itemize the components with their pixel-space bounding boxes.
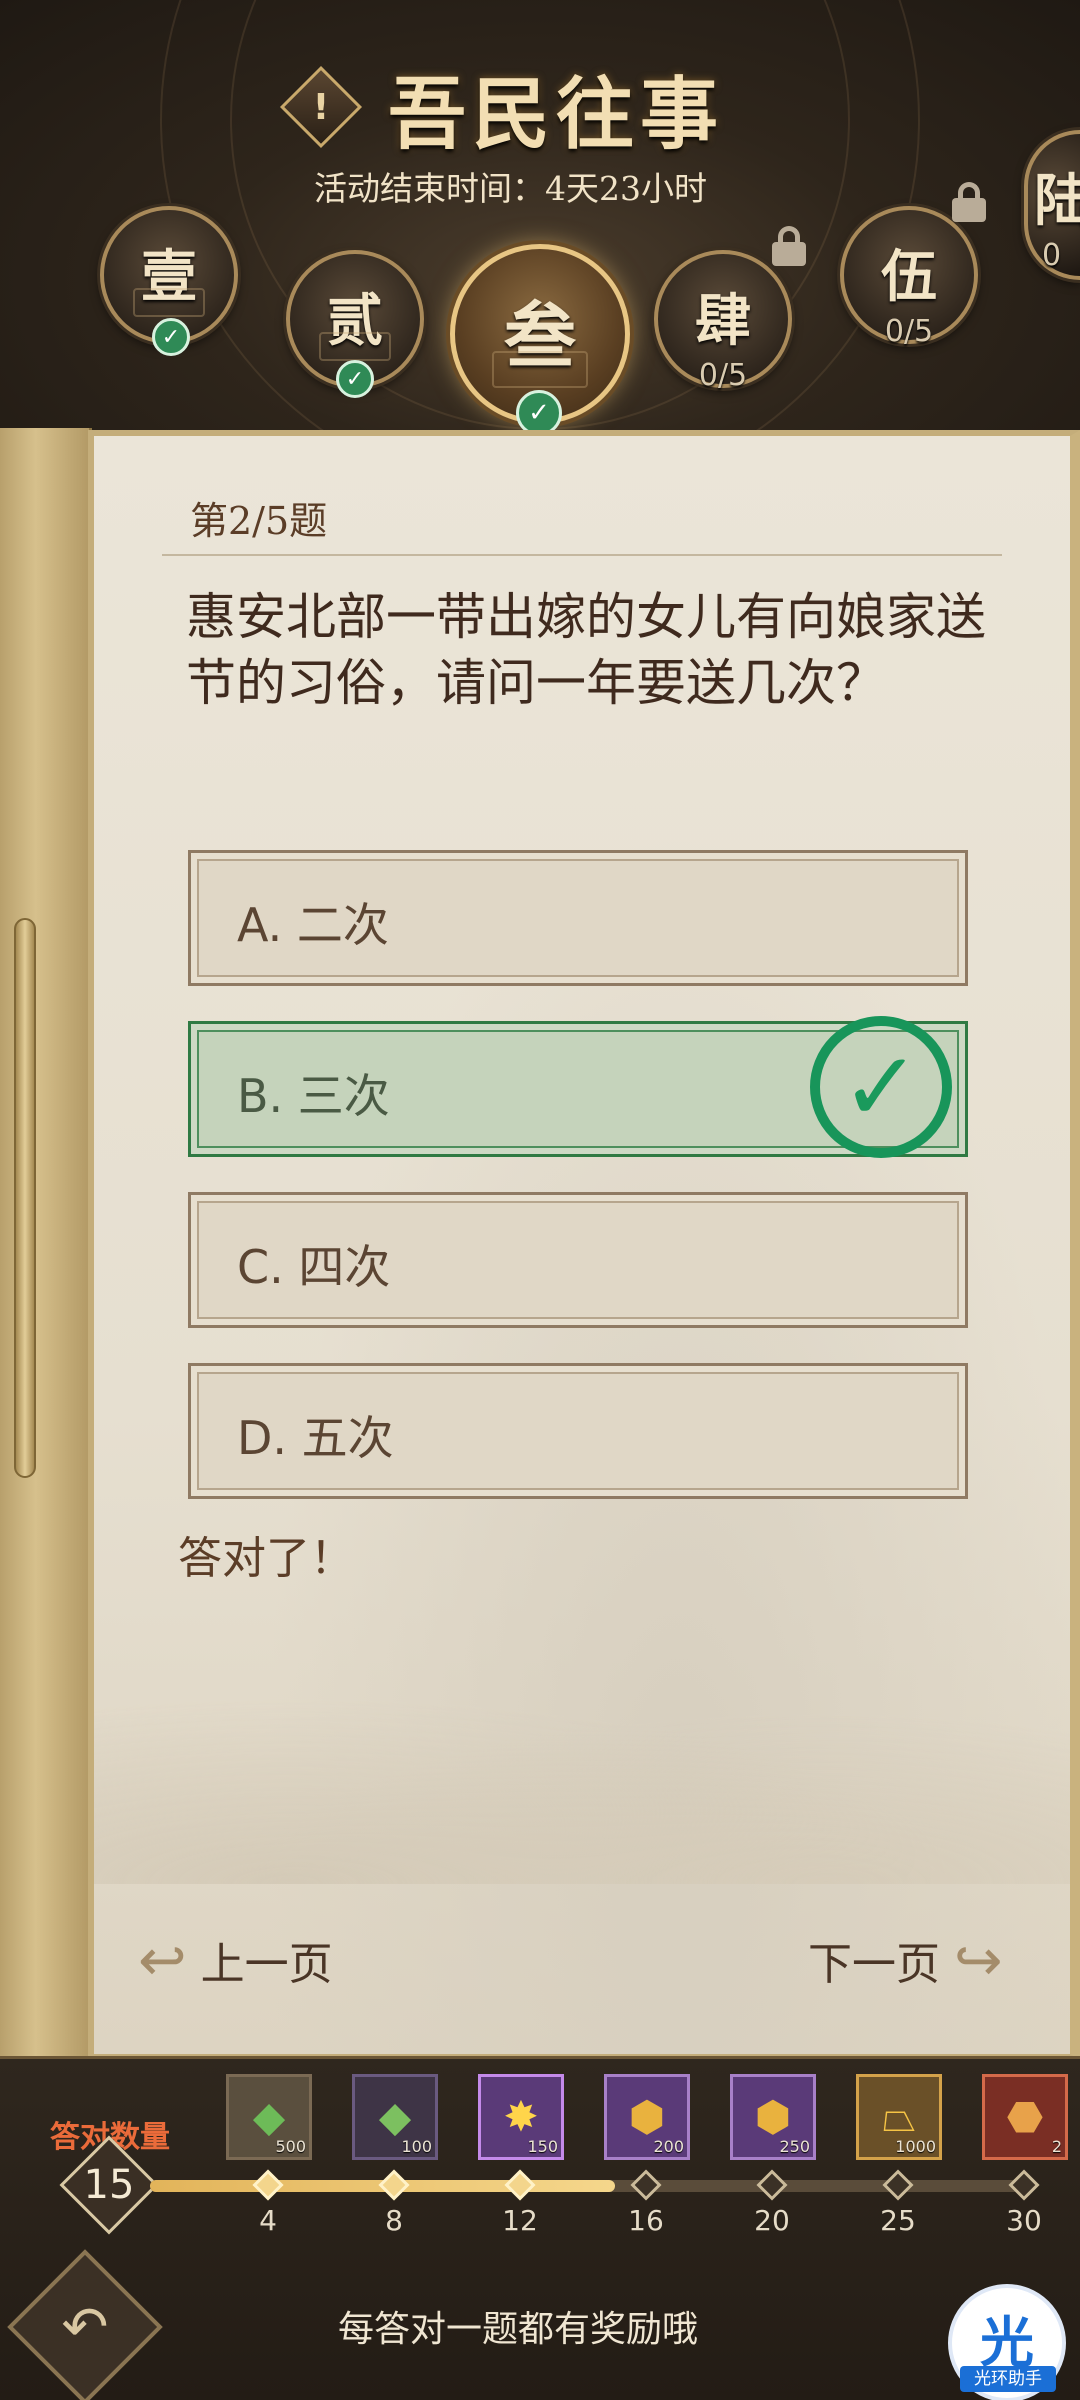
chapter-label: 肆 <box>695 288 751 354</box>
option-label: D. 五次 <box>237 1411 394 1465</box>
milestone-label: 12 <box>502 2204 538 2237</box>
reward-hint: 每答对一题都有奖励哦 <box>338 2309 699 2350</box>
green-ore-icon: ◆ <box>252 2092 286 2141</box>
milestone-label: 16 <box>628 2204 664 2237</box>
reward-amount: 250 <box>779 2137 810 2156</box>
gold-ore-icon: ⬢ <box>754 2092 792 2141</box>
reward-item-2[interactable]: ◆ 100 <box>352 2074 438 2160</box>
reward-amount: 150 <box>527 2137 558 2156</box>
option-c[interactable]: C. 四次 <box>188 1192 968 1328</box>
next-page-button[interactable]: 下一页 ↪ <box>808 1926 1003 1994</box>
exclamation-icon: ! <box>312 86 330 128</box>
option-a[interactable]: A. 二次 <box>188 850 968 986</box>
next-page-label: 下一页 <box>808 1939 940 1990</box>
chapter-label: 伍 <box>881 244 937 310</box>
chapter-progress: 0/5 <box>698 358 748 393</box>
milestone-label: 4 <box>259 2204 277 2237</box>
prev-page-button[interactable]: ↩ 上一页 <box>138 1926 333 1994</box>
assistant-floating-button[interactable]: 光 光环助手 <box>948 2284 1066 2400</box>
correct-count-value: 15 <box>83 2162 135 2208</box>
back-arrow-icon: ↶ <box>61 2294 109 2360</box>
reward-item-3[interactable]: ✸ 150 <box>478 2074 564 2160</box>
chapter-label: 陆 <box>1034 168 1080 234</box>
correct-check-icon: ✓ <box>810 1016 952 1158</box>
reward-amount: 100 <box>401 2137 432 2156</box>
reward-amount: 500 <box>275 2137 306 2156</box>
option-label: B. 三次 <box>237 1069 390 1123</box>
scroll-handle <box>14 918 36 1478</box>
reward-item-1[interactable]: ◆ 500 <box>226 2074 312 2160</box>
reward-item-7[interactable]: ⬣ 2 <box>982 2074 1068 2160</box>
green-ore-icon: ◆ <box>378 2092 412 2141</box>
chapter-tab-4[interactable]: 肆 0/5 <box>654 250 792 393</box>
book-icon <box>492 351 588 389</box>
lock-icon <box>772 226 806 266</box>
lock-icon <box>952 182 986 222</box>
page-title: 吾民往事 <box>388 69 725 160</box>
gold-ingot-icon: ⏢ <box>882 2092 916 2141</box>
landscape-decoration <box>94 1664 1070 1884</box>
prev-page-label: 上一页 <box>200 1939 333 1990</box>
book-icon <box>132 288 206 317</box>
question-text: 惠安北部一带出嫁的女儿有向娘家送节的习俗，请问一年要送几次？ <box>186 588 986 712</box>
check-icon: ✓ <box>336 360 374 398</box>
question-number: 第2/5题 <box>190 499 328 543</box>
option-label: A. 二次 <box>237 898 389 952</box>
assistant-label: 光环助手 <box>960 2366 1056 2392</box>
reward-amount: 2 <box>1051 2137 1062 2156</box>
curved-arrow-right-icon: ↪ <box>954 1926 1003 1994</box>
milestone-label: 8 <box>385 2204 403 2237</box>
gold-ore-icon: ⬢ <box>628 2092 666 2141</box>
chapter-tab-5[interactable]: 伍 0/5 <box>840 206 978 349</box>
scroll-rail <box>0 428 92 2068</box>
chapter-progress: 0 <box>1042 238 1062 273</box>
book-icon <box>318 332 392 361</box>
gold-burst-icon: ✸ <box>503 2092 539 2141</box>
reward-item-5[interactable]: ⬢ 250 <box>730 2074 816 2160</box>
milestone-label: 20 <box>754 2204 790 2237</box>
reward-item-6[interactable]: ⏢ 1000 <box>856 2074 942 2160</box>
curved-arrow-left-icon: ↩ <box>138 1926 187 1994</box>
answer-result: 答对了！ <box>178 1533 354 1584</box>
milestone-label: 30 <box>1006 2204 1042 2237</box>
option-d[interactable]: D. 五次 <box>188 1363 968 1499</box>
check-icon: ✓ <box>152 318 190 356</box>
assistant-logo-glyph: 光 <box>980 2311 1034 2374</box>
milestone-label: 25 <box>880 2204 916 2237</box>
option-label: C. 四次 <box>237 1240 391 1294</box>
amber-ore-icon: ⬣ <box>1006 2092 1044 2141</box>
reward-amount: 200 <box>653 2137 684 2156</box>
chapter-progress: 0/5 <box>884 314 934 349</box>
event-end-time: 活动结束时间：4天23小时 <box>314 169 707 208</box>
reward-amount: 1000 <box>895 2137 936 2156</box>
divider <box>162 554 1002 556</box>
reward-item-4[interactable]: ⬢ 200 <box>604 2074 690 2160</box>
